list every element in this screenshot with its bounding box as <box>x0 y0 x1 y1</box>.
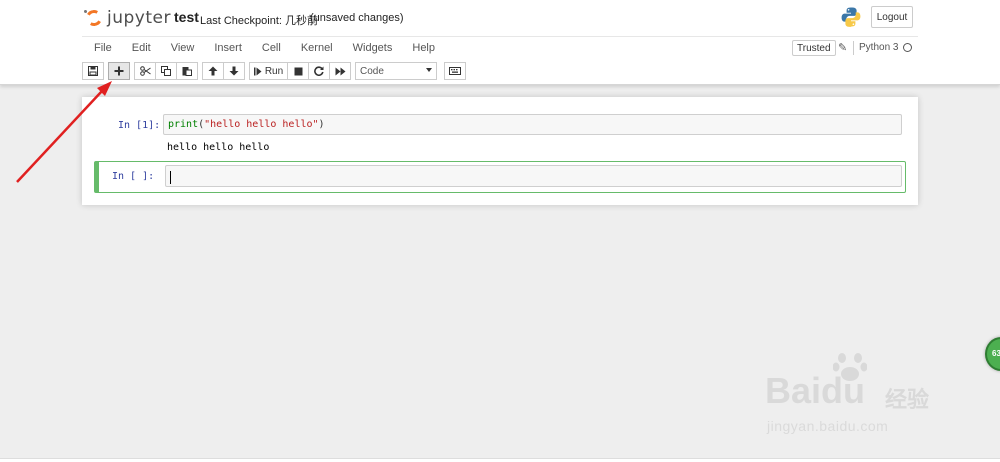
kernel-name: Python 3 <box>859 42 899 53</box>
restart-run-all-button[interactable] <box>329 62 351 80</box>
cut-button[interactable] <box>134 62 156 80</box>
kernel-idle-indicator-icon <box>903 43 912 52</box>
stop-icon <box>294 67 302 75</box>
jupyter-logo[interactable]: jupyter <box>84 6 171 30</box>
menubar: File Edit View Insert Cell Kernel Widget… <box>82 36 918 58</box>
interrupt-kernel-button[interactable] <box>287 62 309 80</box>
input-prompt: In [ ]: <box>112 171 155 182</box>
watermark-brand-part2: du <box>821 370 866 411</box>
clipboard-icon <box>182 67 192 76</box>
code-input-area[interactable]: print("hello hello hello") <box>163 114 902 135</box>
toolbar-group-save <box>82 62 104 80</box>
move-down-button[interactable] <box>223 62 245 80</box>
copy-icon <box>161 66 171 76</box>
toolbar-group-run: Run <box>249 62 351 80</box>
menu-widgets[interactable]: Widgets <box>341 37 401 59</box>
watermark-url: jingyan.baidu.com <box>767 418 889 434</box>
jupyter-logo-text: jupyter <box>107 8 171 28</box>
menu-insert[interactable]: Insert <box>202 37 250 59</box>
run-button[interactable]: Run <box>249 62 288 80</box>
baidu-watermark: Baidu 经验 jingyan.baidu.com <box>765 352 965 452</box>
notebook-name[interactable]: test <box>174 9 199 25</box>
plus-icon <box>114 66 124 76</box>
command-palette-button[interactable] <box>444 62 466 80</box>
toolbar-group-move <box>202 62 245 80</box>
code-builtin: print <box>168 119 199 130</box>
cell-type-value: Code <box>360 65 384 77</box>
watermark-brand: Baidu <box>765 370 865 412</box>
fast-forward-icon <box>335 67 345 75</box>
toolbar-group-clipboard <box>134 62 198 80</box>
paste-button[interactable] <box>176 62 198 80</box>
badge-count: 63 <box>992 349 1000 358</box>
copy-button[interactable] <box>155 62 177 80</box>
cell-type-select[interactable]: Code <box>355 62 437 80</box>
arrow-up-icon <box>208 66 218 76</box>
notebook-header: jupyter test Last Checkpoint: 几秒前 (unsav… <box>0 0 1000 85</box>
text-cursor <box>170 171 171 184</box>
menu-kernel[interactable]: Kernel <box>289 37 341 59</box>
restart-icon <box>314 66 324 76</box>
menu-cell[interactable]: Cell <box>250 37 289 59</box>
code-string: "hello hello hello" <box>204 119 319 130</box>
menu-list: File Edit View Insert Cell Kernel Widget… <box>82 37 443 59</box>
menu-help[interactable]: Help <box>400 37 443 59</box>
arrow-down-icon <box>229 66 239 76</box>
code-line: print("hello hello hello") <box>168 119 325 130</box>
window-bottom-edge <box>0 458 1000 462</box>
logout-button[interactable]: Logout <box>871 6 913 28</box>
jupyter-ring-icon <box>84 8 104 28</box>
autosave-status: (unsaved changes) <box>310 12 404 24</box>
step-forward-icon <box>253 67 262 75</box>
cell-output: hello hello hello <box>167 142 270 153</box>
python-logo-icon <box>841 7 861 27</box>
move-up-button[interactable] <box>202 62 224 80</box>
floppy-disk-icon <box>88 66 98 76</box>
kernel-divider <box>853 41 854 55</box>
save-button[interactable] <box>82 62 104 80</box>
keyboard-icon <box>449 67 461 75</box>
code-cell-1[interactable]: In [1]: print("hello hello hello") hello… <box>94 111 906 157</box>
restart-kernel-button[interactable] <box>308 62 330 80</box>
code-paren-close: ) <box>318 119 325 130</box>
edit-mode-pencil-icon: ✎ <box>838 42 848 54</box>
chevron-down-icon <box>426 68 432 72</box>
checkpoint-status: Last Checkpoint: 几秒前 <box>200 15 318 27</box>
watermark-subtitle: 经验 <box>885 387 930 412</box>
code-input-area[interactable] <box>165 165 902 187</box>
menu-view[interactable]: View <box>159 37 203 59</box>
trusted-indicator[interactable]: Trusted <box>792 40 836 56</box>
code-cell-2-selected[interactable]: In [ ]: <box>94 161 906 193</box>
input-prompt: In [1]: <box>118 120 161 131</box>
insert-cell-below-button[interactable] <box>108 62 130 80</box>
menu-file[interactable]: File <box>82 37 120 59</box>
notebook-toolbar: Run Code <box>82 60 918 82</box>
floating-badge[interactable]: 63 <box>985 337 1000 371</box>
menu-edit[interactable]: Edit <box>120 37 159 59</box>
notebook-container: In [1]: print("hello hello hello") hello… <box>82 97 918 205</box>
run-label: Run <box>264 65 284 77</box>
watermark-brand-part1: Bai <box>765 370 822 411</box>
toolbar-group-insert <box>108 62 130 80</box>
scissors-icon <box>139 66 151 76</box>
